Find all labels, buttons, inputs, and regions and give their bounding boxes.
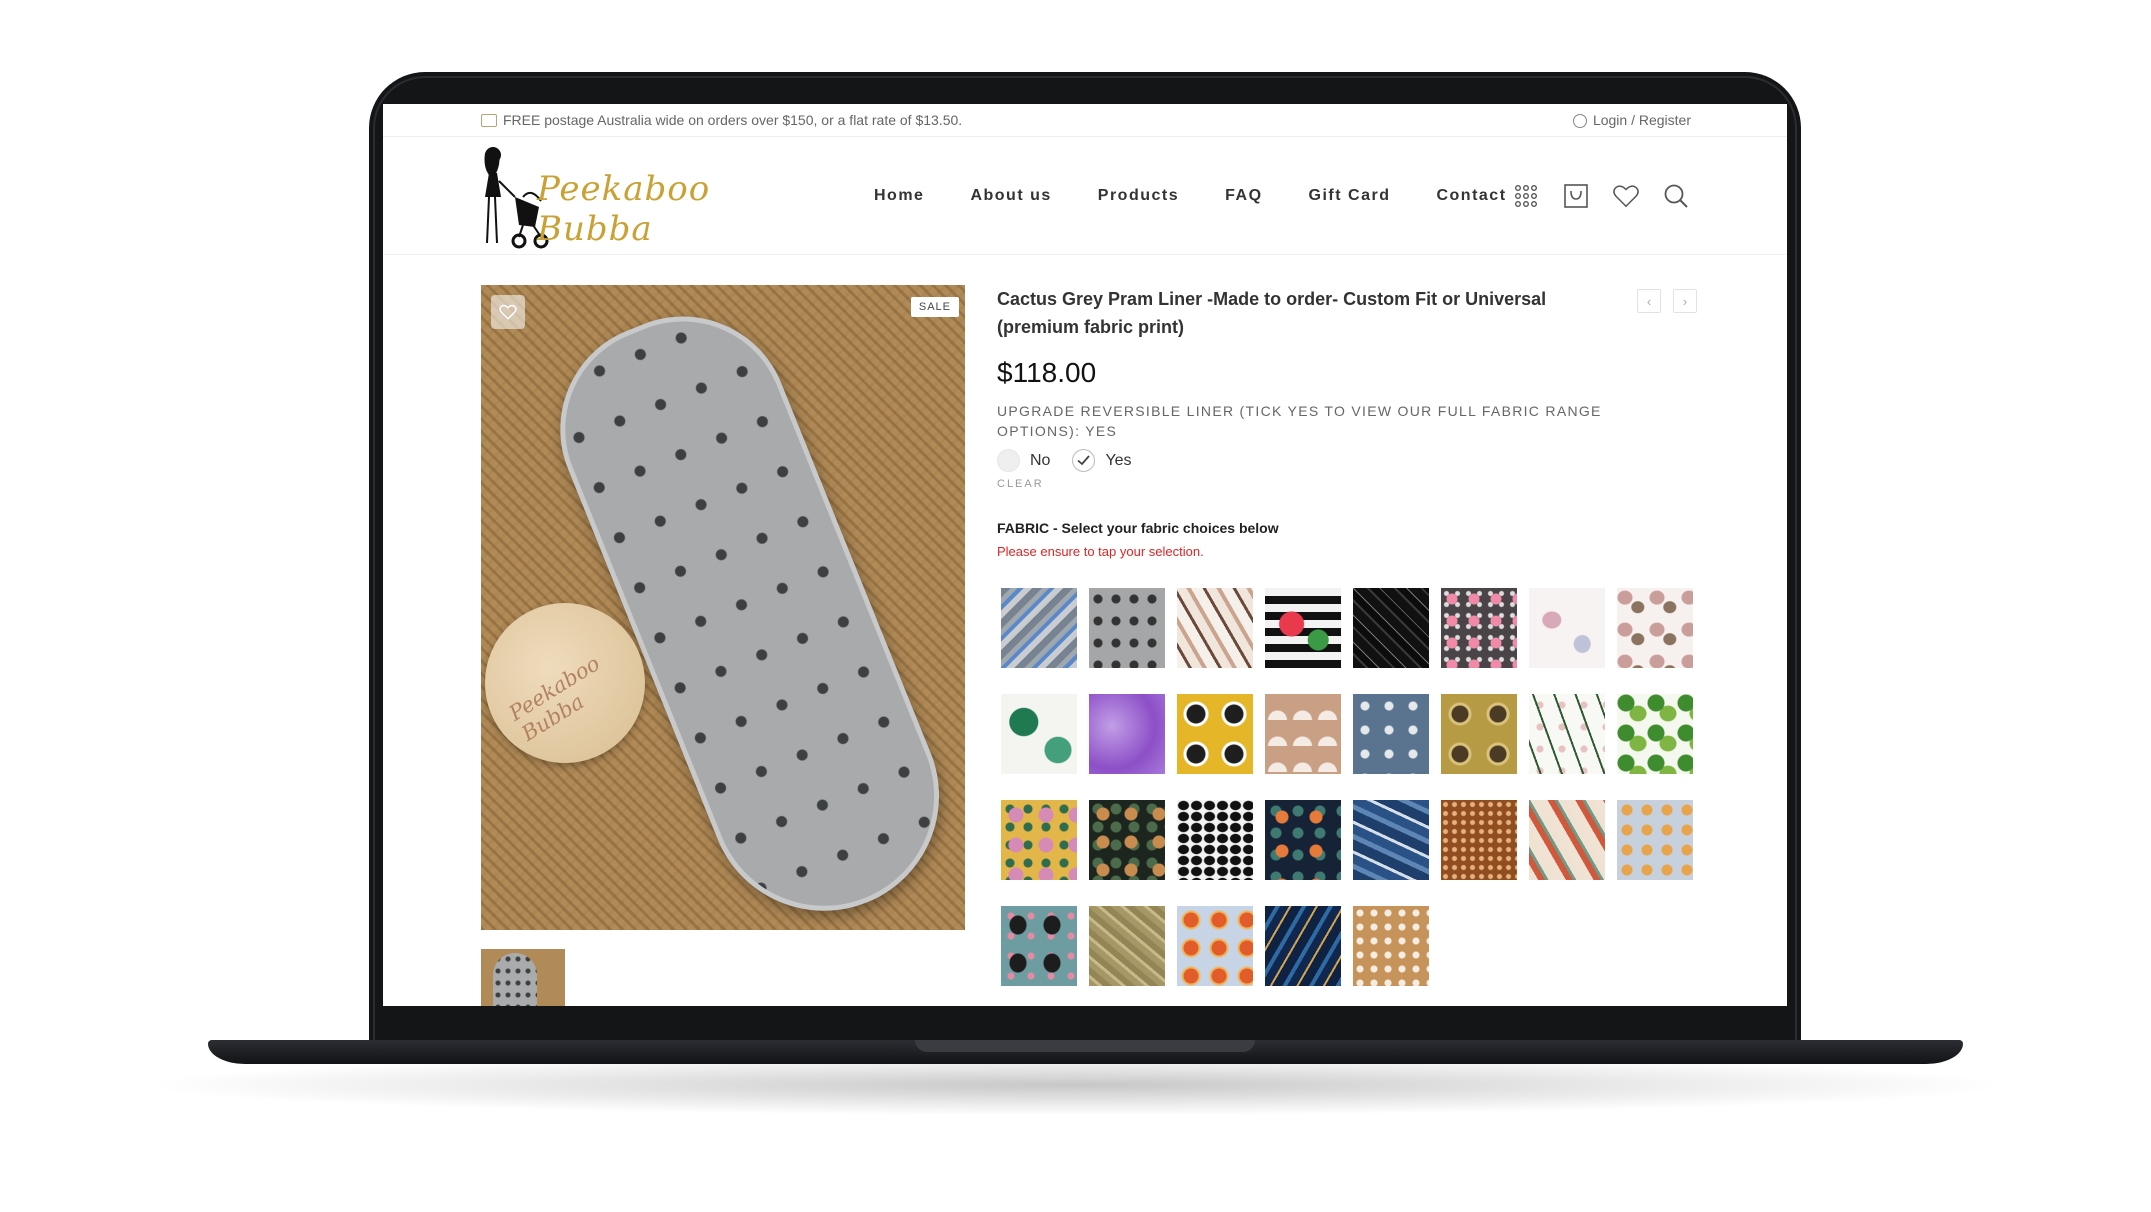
fabric-swatch[interactable] bbox=[1089, 694, 1165, 774]
option-yes-label: Yes bbox=[1105, 451, 1132, 469]
next-product-button[interactable]: › bbox=[1673, 289, 1697, 313]
radio-checked-icon[interactable] bbox=[1072, 449, 1096, 472]
fabric-swatch[interactable] bbox=[1441, 800, 1517, 880]
clear-selection-link[interactable]: CLEAR bbox=[997, 478, 1044, 490]
option-no[interactable]: No bbox=[997, 449, 1050, 472]
product-thumbnail[interactable] bbox=[481, 949, 565, 1006]
login-register-link[interactable]: Login / Register bbox=[1593, 104, 1691, 137]
fabric-swatch[interactable] bbox=[1089, 906, 1165, 986]
fabric-swatch[interactable] bbox=[1617, 588, 1693, 668]
fabric-swatch[interactable] bbox=[1265, 800, 1341, 880]
fabric-swatch[interactable] bbox=[1089, 588, 1165, 668]
fabric-swatch[interactable] bbox=[1529, 588, 1605, 668]
fabric-section-title: FABRIC - Select your fabric choices belo… bbox=[997, 520, 1279, 536]
wooden-tag-text: Peekaboo Bubba bbox=[504, 651, 605, 746]
fabric-swatch[interactable] bbox=[1265, 906, 1341, 986]
nav-products[interactable]: Products bbox=[1098, 187, 1179, 205]
product-price: $118.00 bbox=[997, 357, 1097, 388]
fabric-swatch[interactable] bbox=[1529, 800, 1605, 880]
option-no-label: No bbox=[1030, 451, 1051, 469]
fabric-swatch[interactable] bbox=[1089, 800, 1165, 880]
nav-home[interactable]: Home bbox=[874, 187, 924, 205]
heart-icon bbox=[499, 304, 517, 320]
account-link[interactable]: Login / Register bbox=[1572, 104, 1691, 137]
sale-badge: SALE bbox=[910, 297, 959, 317]
reversible-options: No Yes bbox=[997, 449, 1697, 472]
cart-icon[interactable] bbox=[1563, 183, 1589, 209]
fabric-swatch[interactable] bbox=[1177, 906, 1253, 986]
grid-icon[interactable] bbox=[1513, 183, 1539, 209]
postage-icon bbox=[481, 114, 497, 127]
option-yes[interactable]: Yes bbox=[1072, 449, 1132, 472]
site-logo[interactable]: Peekaboo Bubba bbox=[479, 145, 749, 253]
product-nav-arrows: ‹ › bbox=[1637, 289, 1697, 313]
check-icon bbox=[1077, 455, 1091, 466]
browser-screen: FREE postage Australia wide on orders ov… bbox=[383, 104, 1787, 1006]
fabric-swatch[interactable] bbox=[1177, 588, 1253, 668]
header-actions bbox=[1513, 137, 1689, 255]
image-wishlist-button[interactable] bbox=[491, 295, 525, 329]
nav-contact[interactable]: Contact bbox=[1436, 187, 1506, 205]
fabric-swatch[interactable] bbox=[1353, 906, 1429, 986]
laptop-shadow bbox=[160, 1055, 1990, 1115]
product-info: Cactus Grey Pram Liner -Made to order- C… bbox=[997, 285, 1697, 559]
fabric-swatch[interactable] bbox=[1265, 694, 1341, 774]
laptop-notch bbox=[915, 1040, 1255, 1052]
nav-about-us[interactable]: About us bbox=[970, 187, 1051, 205]
product-title: Cactus Grey Pram Liner -Made to order- C… bbox=[997, 289, 1547, 337]
fabric-swatch[interactable] bbox=[1529, 694, 1605, 774]
fabric-swatch[interactable] bbox=[1001, 906, 1077, 986]
nav-gift-card[interactable]: Gift Card bbox=[1309, 187, 1391, 205]
logo-text: Peekaboo Bubba bbox=[537, 169, 711, 249]
fabric-swatch-grid bbox=[1001, 588, 1693, 986]
fabric-swatch[interactable] bbox=[1441, 588, 1517, 668]
fabric-swatch[interactable] bbox=[1177, 694, 1253, 774]
fabric-swatch[interactable] bbox=[1001, 694, 1077, 774]
site-header: Peekaboo Bubba Home About us Products FA… bbox=[383, 137, 1787, 255]
fabric-swatch[interactable] bbox=[1265, 588, 1341, 668]
search-icon[interactable] bbox=[1663, 183, 1689, 209]
user-icon bbox=[1572, 113, 1587, 128]
promo-text: FREE postage Australia wide on orders ov… bbox=[503, 112, 963, 128]
fabric-swatch[interactable] bbox=[1617, 694, 1693, 774]
previous-product-button[interactable]: ‹ bbox=[1637, 289, 1661, 313]
reversible-option-label: UPGRADE REVERSIBLE LINER (TICK YES TO VI… bbox=[997, 403, 1602, 439]
nav-faq[interactable]: FAQ bbox=[1225, 187, 1262, 205]
promo-banner: FREE postage Australia wide on orders ov… bbox=[481, 104, 962, 137]
fabric-swatch[interactable] bbox=[1617, 800, 1693, 880]
fabric-swatch[interactable] bbox=[1353, 588, 1429, 668]
fabric-swatch[interactable] bbox=[1177, 800, 1253, 880]
fabric-swatch[interactable] bbox=[1441, 694, 1517, 774]
wooden-brand-tag: Peekaboo Bubba bbox=[485, 603, 645, 763]
main-nav: Home About us Products FAQ Gift Card Con… bbox=[874, 137, 1507, 255]
wishlist-heart-icon[interactable] bbox=[1613, 183, 1639, 209]
fabric-swatch[interactable] bbox=[1353, 694, 1429, 774]
radio-unchecked-icon[interactable] bbox=[997, 449, 1020, 472]
product-main-image[interactable]: Peekaboo Bubba SALE bbox=[481, 285, 965, 930]
fabric-swatch[interactable] bbox=[1001, 588, 1077, 668]
fabric-swatch[interactable] bbox=[1001, 800, 1077, 880]
fabric-selection-note: Please ensure to tap your selection. bbox=[997, 544, 1204, 559]
top-bar: FREE postage Australia wide on orders ov… bbox=[383, 104, 1787, 137]
fabric-swatch[interactable] bbox=[1353, 800, 1429, 880]
